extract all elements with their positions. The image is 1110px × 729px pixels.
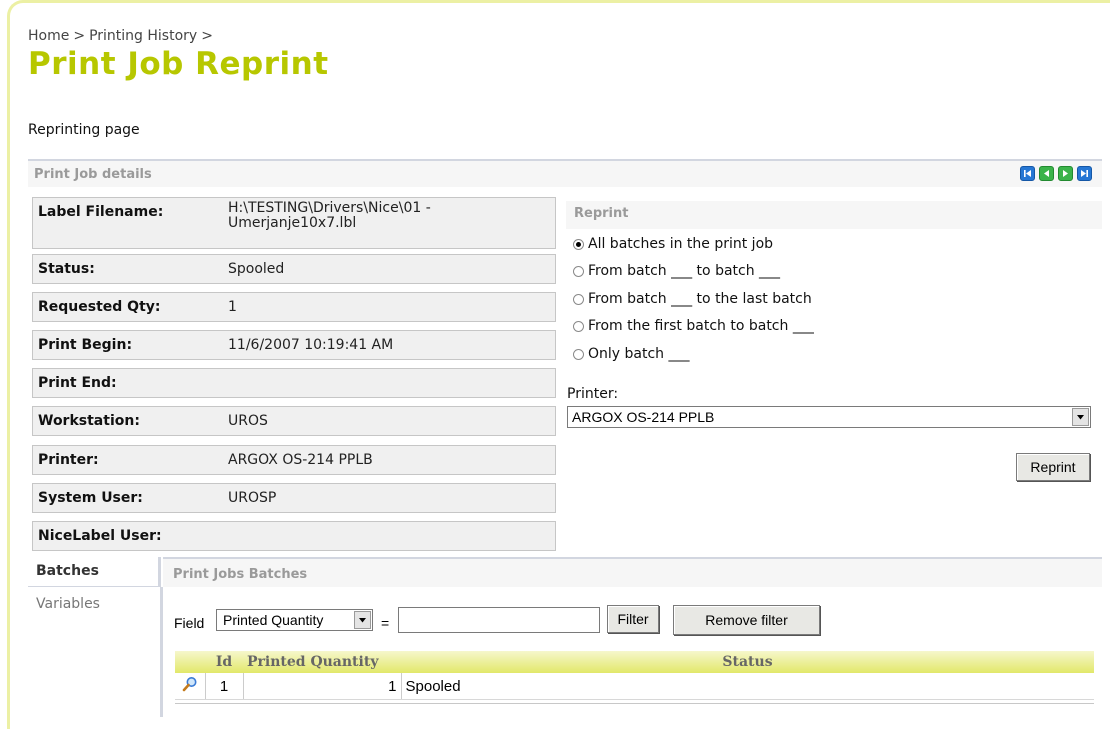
radio-label: From batch ___ to batch ___ <box>588 263 781 279</box>
detail-key: Status: <box>38 261 95 277</box>
cell-status: Spooled <box>401 673 1094 700</box>
batches-table: Id Printed Quantity Status 1 1 Spooled <box>175 651 1094 700</box>
radio-first-to-batch[interactable]: From the first batch to batch ___ <box>573 318 814 334</box>
detail-label-filename: Label Filename: H:\TESTING\Drivers\Nice\… <box>32 197 556 249</box>
radio-button[interactable] <box>573 320 584 332</box>
detail-key: Requested Qty: <box>38 299 161 315</box>
details-section-header: Print Job details <box>28 159 1102 187</box>
next-icon[interactable] <box>1058 166 1073 181</box>
tab-batches-label: Batches <box>36 563 99 579</box>
table-header-row: Id Printed Quantity Status <box>175 651 1094 673</box>
detail-key: Print End: <box>38 375 117 391</box>
field-label: Field <box>174 615 205 631</box>
breadcrumb-separator: > <box>201 28 213 44</box>
column-header-action <box>175 651 205 673</box>
detail-key: Workstation: <box>38 413 140 429</box>
table-bottom-border <box>175 703 1094 704</box>
page-subtitle: Reprinting page <box>28 122 140 138</box>
printer-select-value: ARGOX OS-214 PPLB <box>572 409 715 425</box>
tab-batches[interactable]: Batches <box>28 557 161 587</box>
detail-value: UROSP <box>228 490 277 506</box>
table-row: 1 1 Spooled <box>175 673 1094 700</box>
cell-id: 1 <box>205 673 244 700</box>
radio-button[interactable] <box>573 348 584 360</box>
radio-from-batch-to-last[interactable]: From batch ___ to the last batch <box>573 291 812 307</box>
tab-variables[interactable]: Variables <box>36 596 100 612</box>
field-select[interactable]: Printed Quantity <box>216 609 373 631</box>
detail-printer: Printer: ARGOX OS-214 PPLB <box>32 445 556 475</box>
detail-value: 11/6/2007 10:19:41 AM <box>228 337 394 353</box>
reprint-section-header: Reprint <box>566 201 1102 229</box>
detail-workstation: Workstation: UROS <box>32 406 556 436</box>
detail-value: UROS <box>228 413 268 429</box>
printer-select[interactable]: ARGOX OS-214 PPLB <box>567 406 1091 428</box>
printer-label: Printer: <box>567 386 619 402</box>
detail-value: H:\TESTING\Drivers\Nice\01 - Umerjanje10… <box>228 200 431 231</box>
field-select-value: Printed Quantity <box>223 612 324 628</box>
remove-filter-button[interactable]: Remove filter <box>673 605 820 635</box>
detail-key: NiceLabel User: <box>38 528 162 544</box>
filter-value-input[interactable] <box>398 607 600 633</box>
detail-key: System User: <box>38 490 143 506</box>
filter-button[interactable]: Filter <box>607 605 659 633</box>
column-header-id[interactable]: Id <box>205 651 243 673</box>
breadcrumb-separator: > <box>73 28 86 44</box>
detail-print-end: Print End: <box>32 368 556 398</box>
chevron-down-icon[interactable] <box>1072 408 1089 426</box>
detail-system-user: System User: UROSP <box>32 483 556 513</box>
details-section-title: Print Job details <box>34 167 152 182</box>
detail-value: ARGOX OS-214 PPLB <box>228 452 373 468</box>
breadcrumb-printing-history[interactable]: Printing History <box>89 28 197 44</box>
batches-section-title: Print Jobs Batches <box>173 567 308 582</box>
detail-value: Spooled <box>228 261 285 277</box>
column-header-printed-quantity[interactable]: Printed Quantity <box>243 651 401 673</box>
magnifier-icon[interactable] <box>182 677 198 696</box>
breadcrumb-home[interactable]: Home <box>28 28 69 44</box>
reprint-section-title: Reprint <box>574 206 629 221</box>
radio-only-batch[interactable]: Only batch ___ <box>573 346 690 362</box>
column-header-status[interactable]: Status <box>401 651 1094 673</box>
radio-button[interactable] <box>573 265 584 277</box>
detail-status: Status: Spooled <box>32 254 556 284</box>
reprint-button[interactable]: Reprint <box>1016 453 1090 481</box>
tab-divider <box>160 587 163 717</box>
breadcrumb: Home > Printing History > <box>28 28 217 44</box>
detail-key: Label Filename: <box>38 204 164 220</box>
detail-requested-qty: Requested Qty: 1 <box>32 292 556 322</box>
radio-label: All batches in the print job <box>588 236 774 252</box>
radio-label: From the first batch to batch ___ <box>588 318 814 334</box>
radio-from-to-batch[interactable]: From batch ___ to batch ___ <box>573 263 780 279</box>
equals-sign: = <box>381 615 390 631</box>
page-title: Print Job Reprint <box>28 46 329 82</box>
radio-button[interactable] <box>573 293 584 305</box>
radio-all-batches[interactable]: All batches in the print job <box>573 236 773 252</box>
first-icon[interactable] <box>1020 166 1035 181</box>
detail-print-begin: Print Begin: 11/6/2007 10:19:41 AM <box>32 330 556 360</box>
detail-nicelabel-user: NiceLabel User: <box>32 521 556 551</box>
chevron-down-icon[interactable] <box>354 611 371 629</box>
radio-button[interactable] <box>573 238 584 250</box>
view-batch-cell[interactable] <box>175 673 206 700</box>
detail-key: Print Begin: <box>38 337 133 353</box>
cell-printed-quantity: 1 <box>243 673 402 700</box>
detail-key: Printer: <box>38 452 99 468</box>
detail-value: 1 <box>228 299 237 315</box>
last-icon[interactable] <box>1077 166 1092 181</box>
radio-label: Only batch ___ <box>588 346 690 362</box>
batches-section-header: Print Jobs Batches <box>163 557 1102 587</box>
record-navigation <box>1020 166 1092 181</box>
radio-label: From batch ___ to the last batch <box>588 291 812 307</box>
prev-icon[interactable] <box>1039 166 1054 181</box>
